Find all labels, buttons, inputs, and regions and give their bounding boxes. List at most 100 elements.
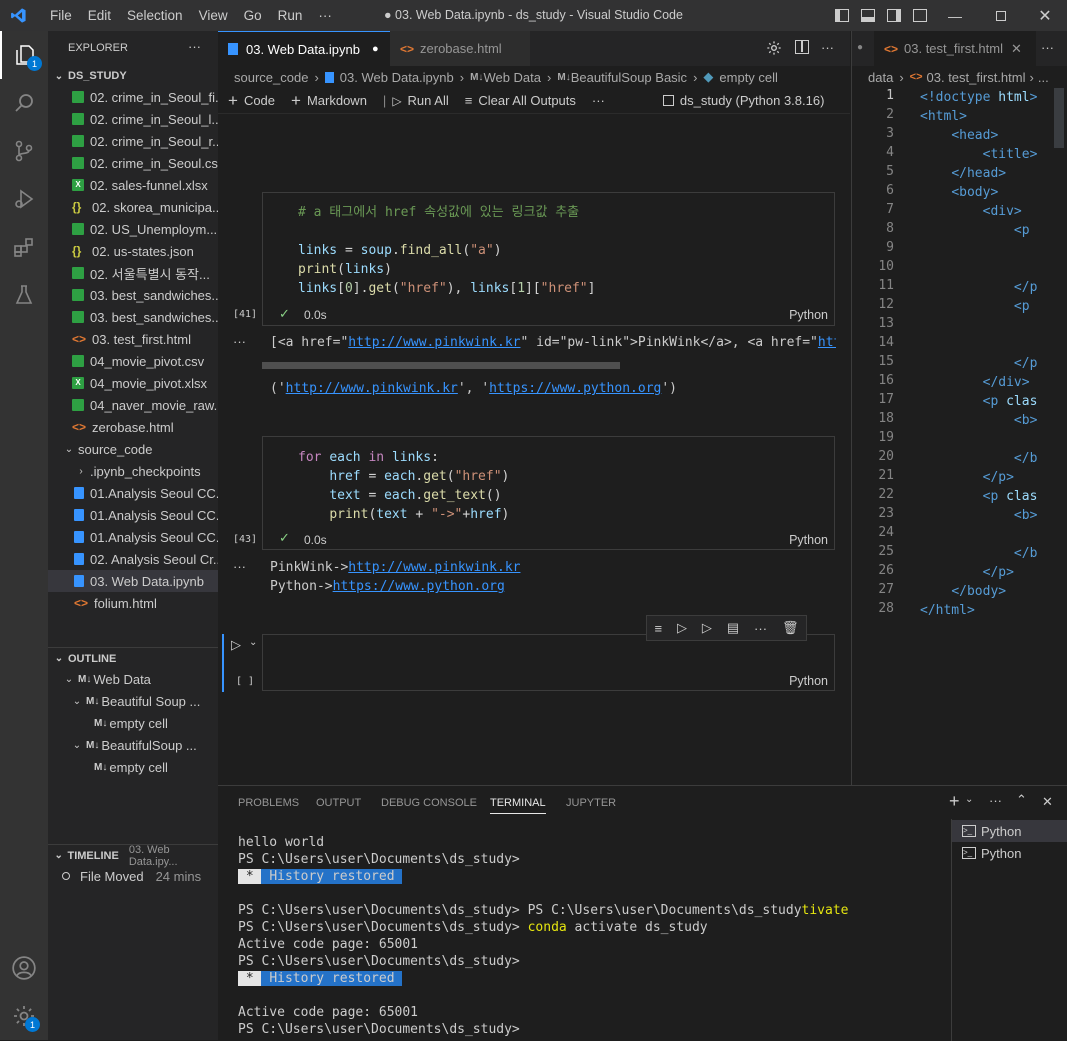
tab-web-data[interactable]: 03. Web Data.ipynb ● <box>218 31 390 66</box>
file-item[interactable]: <> 03. test_first.html <box>48 328 218 350</box>
html-source[interactable]: <!doctype html> <html> <head> <title> </… <box>920 88 1037 620</box>
search-icon[interactable] <box>0 79 48 127</box>
file-item[interactable]: 01.Analysis Seoul CC... <box>48 526 218 548</box>
timeline-entry[interactable]: File Moved 24 mins <box>48 865 218 887</box>
file-item[interactable]: 02. crime_in_Seoul_fi... <box>48 86 218 108</box>
file-item[interactable]: 02. 서울특별시 동작... <box>48 262 218 284</box>
output-link[interactable]: http <box>818 335 836 350</box>
file-item[interactable]: › .ipynb_checkpoints <box>48 460 218 482</box>
menu-view[interactable]: View <box>191 8 236 23</box>
output-link[interactable]: https://www.python.org <box>333 579 505 594</box>
outline-item[interactable]: ⌄ M↓ Beautiful Soup ... <box>48 690 218 712</box>
split-editor-icon[interactable] <box>795 40 809 54</box>
settings-gear-icon[interactable] <box>766 40 782 59</box>
code-cell-3[interactable]: Python <box>262 634 835 691</box>
cell-1-code[interactable]: # a 태그에서 href 속성값에 있는 링크값 추출 links = sou… <box>298 203 595 298</box>
tab-output[interactable]: OUTPUT <box>316 797 361 809</box>
maximize-icon[interactable] <box>978 0 1024 31</box>
toggle-secondary-sidebar-icon[interactable] <box>887 9 901 22</box>
extensions-icon[interactable] <box>0 223 48 271</box>
cell-1-language[interactable]: Python <box>789 308 828 322</box>
tab-debug-console[interactable]: DEBUG CONSOLE <box>381 797 477 809</box>
file-item[interactable]: X 04_movie_pivot.xlsx <box>48 372 218 394</box>
breadcrumb-item[interactable]: 03. Web Data.ipynb <box>340 70 454 85</box>
outline-item[interactable]: M↓ empty cell <box>48 712 218 734</box>
close-tab-icon[interactable]: ✕ <box>1011 41 1022 57</box>
panel-more-icon[interactable]: ··· <box>989 793 1002 808</box>
file-item[interactable]: 02. Analysis Seoul Cr... <box>48 548 218 570</box>
run-debug-icon[interactable] <box>0 175 48 223</box>
breadcrumb-item[interactable]: 03. test_first.html <box>927 70 1026 85</box>
account-icon[interactable] <box>0 944 48 992</box>
add-markdown-button[interactable]: Markdown <box>307 93 367 108</box>
delete-cell-icon[interactable]: 🗑 <box>782 620 799 636</box>
minimap-slider[interactable] <box>1054 88 1064 148</box>
output-link[interactable]: http://www.pinkwink.kr <box>286 381 458 396</box>
tab-terminal[interactable]: TERMINAL <box>490 797 546 814</box>
timeline-section[interactable]: ⌄ TIMELINE 03. Web Data.ipy... <box>48 844 218 868</box>
run-cell-icon[interactable]: ▷ <box>231 637 241 653</box>
root-folder[interactable]: ⌄ DS_STUDY <box>48 65 218 87</box>
breadcrumb-item[interactable]: ... <box>1038 70 1049 85</box>
run-all-button[interactable]: Run All <box>408 93 449 108</box>
outline-section[interactable]: ⌄ OUTLINE <box>48 647 218 669</box>
output-scrollbar[interactable] <box>262 362 620 369</box>
output-link[interactable]: https://www.python.org <box>489 381 661 396</box>
close-window-icon[interactable]: ✕ <box>1022 0 1067 31</box>
execute-below-icon[interactable]: ▷ <box>702 620 712 636</box>
cell-2-code[interactable]: for each in links: href = each.get("href… <box>298 448 509 524</box>
file-item[interactable]: 04_movie_pivot.csv <box>48 350 218 372</box>
file-item[interactable]: 01.Analysis Seoul CC... <box>48 482 218 504</box>
customize-layout-icon[interactable] <box>913 9 927 22</box>
output-link[interactable]: http://www.pinkwink.kr <box>348 560 520 575</box>
file-item[interactable]: {} 02. skorea_municipa... <box>48 196 218 218</box>
tab-test-first[interactable]: <> 03. test_first.html ✕ <box>874 31 1036 66</box>
clear-all-outputs-button[interactable]: Clear All Outputs <box>478 93 576 108</box>
breadcrumb-item[interactable]: source_code <box>234 70 308 85</box>
outline-item[interactable]: ⌄ M↓ Web Data <box>48 668 218 690</box>
file-item[interactable]: 02. US_Unemploym... <box>48 218 218 240</box>
output-more-icon[interactable]: ··· <box>233 559 246 574</box>
file-item[interactable]: <> folium.html <box>48 592 218 614</box>
menu-edit[interactable]: Edit <box>80 8 119 23</box>
run-by-line-icon[interactable]: ≡ <box>654 621 662 636</box>
execute-above-icon[interactable]: ▷ <box>677 620 687 636</box>
file-item[interactable]: 02. crime_in_Seoul_l... <box>48 108 218 130</box>
menu-more[interactable]: ··· <box>310 8 340 23</box>
file-item[interactable]: {} 02. us-states.json <box>48 240 218 262</box>
file-item[interactable]: 03. best_sandwiches... <box>48 306 218 328</box>
menu-selection[interactable]: Selection <box>119 8 191 23</box>
editor-more-icon[interactable]: ··· <box>821 40 834 55</box>
breadcrumb-item[interactable]: Web Data <box>483 70 541 85</box>
chevron-down-icon[interactable]: ⌄ <box>965 794 973 805</box>
code-cell-1[interactable]: # a 태그에서 href 속성값에 있는 링크값 추출 links = sou… <box>262 192 835 326</box>
breadcrumb-item[interactable]: data <box>868 70 893 85</box>
output-link[interactable]: http://www.pinkwink.kr <box>348 335 520 350</box>
output-more-icon[interactable]: ··· <box>233 334 246 349</box>
cell-3-language[interactable]: Python <box>789 674 828 688</box>
toggle-sidebar-icon[interactable] <box>835 9 849 22</box>
file-item[interactable]: 01.Analysis Seoul CC... <box>48 504 218 526</box>
file-item[interactable]: 02. crime_in_Seoul_r... <box>48 130 218 152</box>
outline-item[interactable]: ⌄ M↓ BeautifulSoup ... <box>48 734 218 756</box>
testing-icon[interactable] <box>0 271 48 319</box>
maximize-panel-icon[interactable]: ⌃ <box>1016 792 1027 808</box>
tab-zerobase[interactable]: <> zerobase.html <box>390 31 530 66</box>
terminal-list-item[interactable]: >_ Python <box>952 842 1067 864</box>
source-control-icon[interactable] <box>0 127 48 175</box>
explorer-icon[interactable]: 1 <box>0 31 48 79</box>
tab-jupyter[interactable]: JUPYTER <box>566 797 616 809</box>
file-item[interactable]: 03. best_sandwiches... <box>48 284 218 306</box>
file-item[interactable]: X 02. sales-funnel.xlsx <box>48 174 218 196</box>
file-item[interactable]: <> zerobase.html <box>48 416 218 438</box>
cell-more-icon[interactable]: ··· <box>754 621 767 636</box>
toggle-panel-icon[interactable] <box>861 9 875 22</box>
explorer-more-icon[interactable]: ··· <box>188 39 201 54</box>
file-item[interactable]: 04_naver_movie_raw... <box>48 394 218 416</box>
settings-gear-icon[interactable]: 1 <box>0 992 48 1040</box>
breadcrumb-item[interactable]: empty cell <box>719 70 778 85</box>
editor-more-icon[interactable]: ··· <box>1041 40 1054 55</box>
cell-2-language[interactable]: Python <box>789 533 828 547</box>
file-item[interactable]: 02. crime_in_Seoul.csv <box>48 152 218 174</box>
menu-file[interactable]: File <box>42 8 80 23</box>
